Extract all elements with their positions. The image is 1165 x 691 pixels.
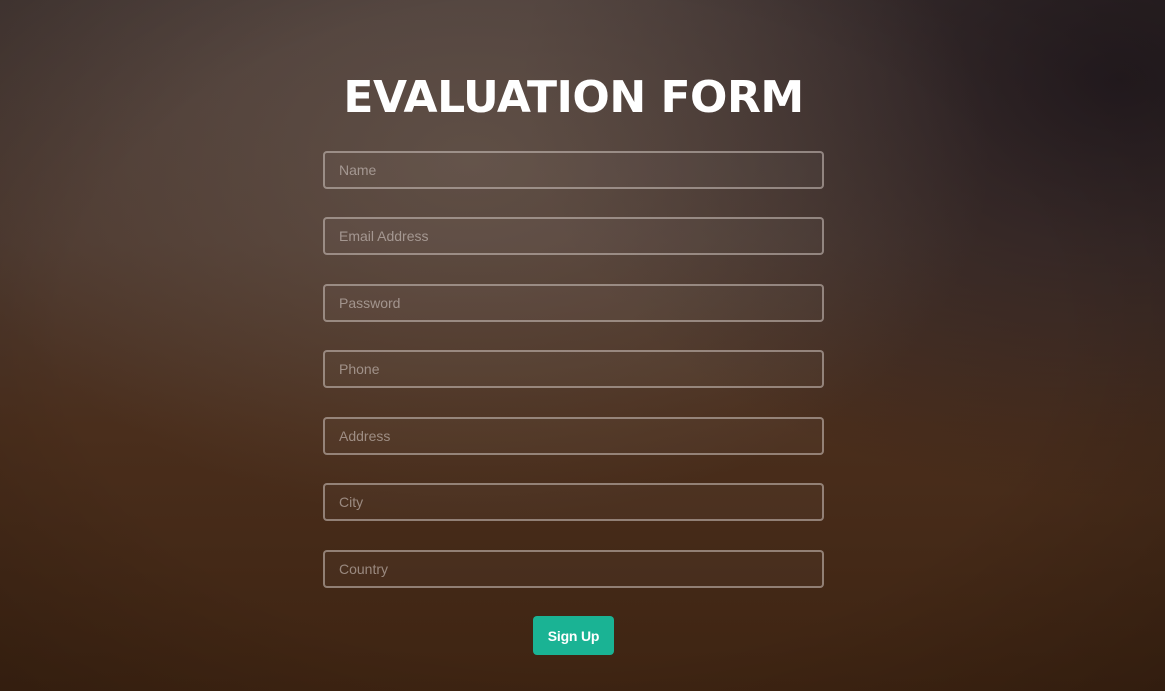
city-field[interactable] — [323, 483, 824, 521]
page-title: EVALUATION FORM — [343, 72, 804, 123]
country-field[interactable] — [323, 550, 824, 588]
email-field[interactable] — [323, 217, 824, 255]
evaluation-form: EVALUATION FORM Sign Up — [323, 70, 824, 655]
name-field[interactable] — [323, 151, 824, 189]
sign-up-button[interactable]: Sign Up — [533, 616, 614, 655]
address-field[interactable] — [323, 417, 824, 455]
phone-field[interactable] — [323, 350, 824, 388]
password-field[interactable] — [323, 284, 824, 322]
